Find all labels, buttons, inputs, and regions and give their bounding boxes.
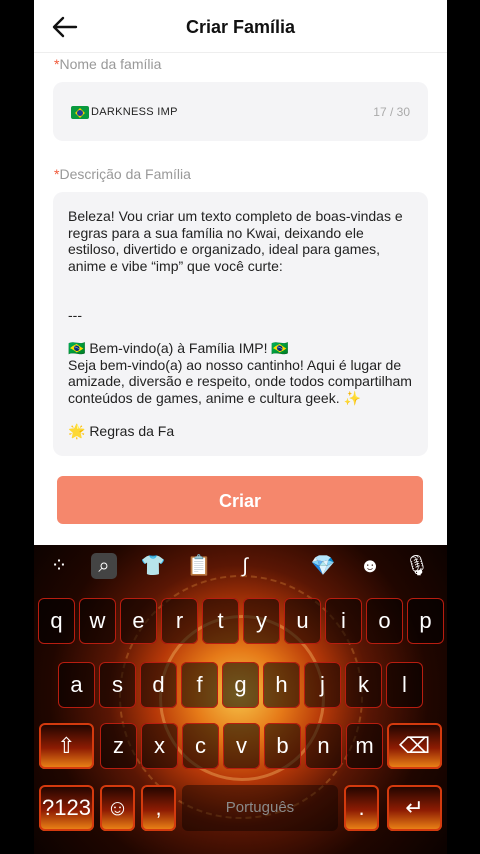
create-button[interactable]: Criar — [57, 476, 423, 524]
key-c[interactable]: c — [182, 723, 219, 769]
emoji-key[interactable]: ☺ — [100, 785, 135, 831]
key-u[interactable]: u — [284, 598, 321, 644]
key-l[interactable]: l — [386, 662, 423, 708]
key-k[interactable]: k — [345, 662, 382, 708]
key-o[interactable]: o — [366, 598, 403, 644]
microphone-icon[interactable]: 🎙 — [404, 553, 430, 579]
character-counter: 17 / 30 — [373, 105, 410, 119]
family-description-label: *Descrição da Família — [54, 166, 191, 182]
family-name-value: DARKNESS IMP — [91, 106, 178, 119]
key-z[interactable]: z — [100, 723, 137, 769]
shirt-icon[interactable]: 👕 — [140, 553, 166, 579]
key-y[interactable]: y — [243, 598, 280, 644]
key-s[interactable]: s — [99, 662, 136, 708]
space-key[interactable]: Português — [182, 785, 338, 831]
clipboard-icon[interactable]: 📋 — [186, 553, 212, 579]
family-description-textarea[interactable]: Beleza! Vou criar um texto completo de b… — [53, 192, 428, 456]
key-w[interactable]: w — [79, 598, 116, 644]
family-name-label: *Nome da família — [54, 56, 162, 72]
keyboard-toolbar: ⁘ ⌕ 👕 📋 ∫ 💎 ☻ 🎙 — [34, 545, 447, 587]
emoji-icon[interactable]: ☻ — [357, 553, 383, 579]
key-q[interactable]: q — [38, 598, 75, 644]
key-v[interactable]: v — [223, 723, 260, 769]
family-description-value: Beleza! Vou criar um texto completo de b… — [68, 208, 412, 439]
apps-grid-icon[interactable]: ⁘ — [46, 553, 72, 579]
keyboard: ⁘ ⌕ 👕 📋 ∫ 💎 ☻ 🎙 q w e r t y u i o p a s d f g h j k l ⇧ z x c v b n m ⌫ ?12… — [34, 545, 447, 854]
search-icon[interactable]: ⌕ — [91, 553, 117, 579]
key-e[interactable]: e — [120, 598, 157, 644]
key-a[interactable]: a — [58, 662, 95, 708]
family-name-input[interactable]: DARKNESS IMP 17 / 30 — [53, 82, 428, 141]
backspace-key[interactable]: ⌫ — [387, 723, 442, 769]
sticker-icon[interactable]: ∫ — [232, 553, 258, 579]
key-x[interactable]: x — [141, 723, 178, 769]
brazil-flag-icon — [71, 106, 89, 119]
key-n[interactable]: n — [305, 723, 342, 769]
shift-key[interactable]: ⇧ — [39, 723, 94, 769]
key-d[interactable]: d — [140, 662, 177, 708]
key-f[interactable]: f — [181, 662, 218, 708]
key-g[interactable]: g — [222, 662, 259, 708]
key-h[interactable]: h — [263, 662, 300, 708]
app-header: Criar Família — [34, 0, 447, 53]
symbols-key[interactable]: ?123 — [39, 785, 94, 831]
create-family-screen: Criar Família *Nome da família DARKNESS … — [34, 0, 447, 545]
comma-key[interactable]: , — [141, 785, 176, 831]
key-j[interactable]: j — [304, 662, 341, 708]
page-title: Criar Família — [185, 17, 296, 37]
period-key[interactable]: . — [344, 785, 379, 831]
enter-key[interactable]: ↵ — [387, 785, 442, 831]
key-r[interactable]: r — [161, 598, 198, 644]
key-t[interactable]: t — [202, 598, 239, 644]
gem-icon[interactable]: 💎 — [310, 553, 336, 579]
key-p[interactable]: p — [407, 598, 444, 644]
key-b[interactable]: b — [264, 723, 301, 769]
key-m[interactable]: m — [346, 723, 383, 769]
key-i[interactable]: i — [325, 598, 362, 644]
